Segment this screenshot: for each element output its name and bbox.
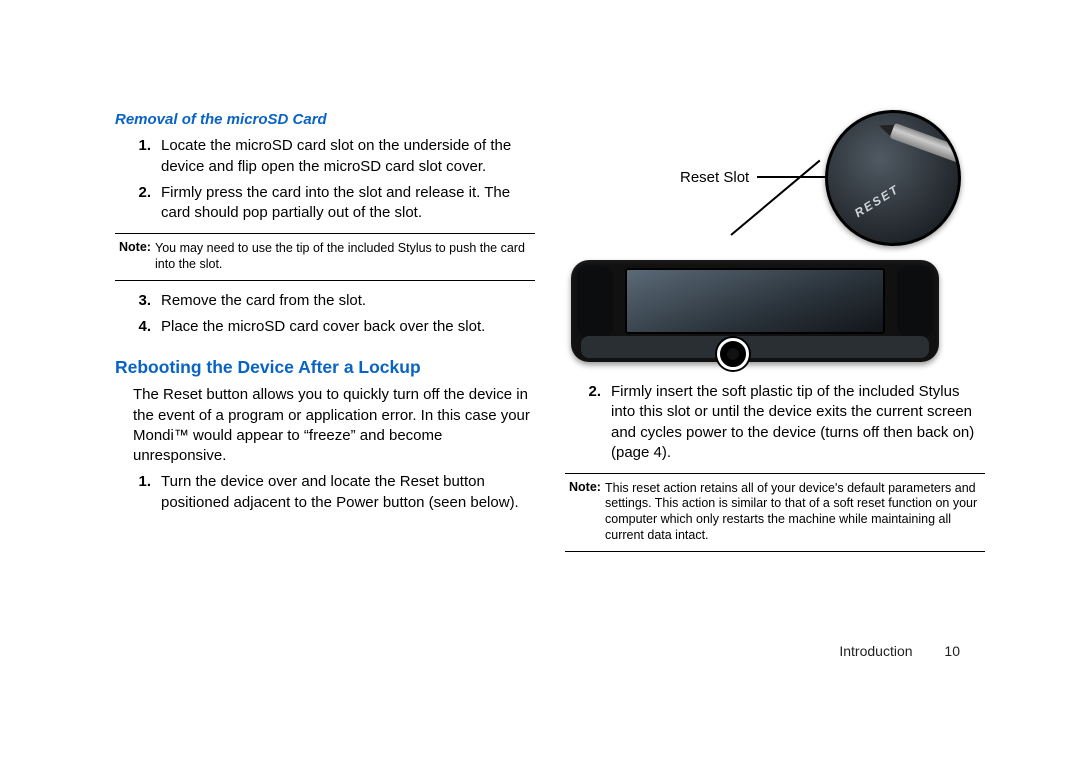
steps-rebooting-b: 2. Firmly insert the soft plastic tip of…: [565, 382, 985, 463]
step-item: 3. Remove the card from the slot.: [115, 291, 535, 311]
step-item: 2. Firmly insert the soft plastic tip of…: [565, 382, 985, 463]
stylus-icon: [889, 123, 961, 163]
note-body: This reset action retains all of your de…: [605, 481, 981, 544]
step-number: 4.: [115, 317, 161, 337]
step-text: Turn the device over and locate the Rese…: [161, 472, 535, 513]
device-grip-right: [897, 266, 933, 338]
right-column: Reset Slot RESET 2. Firmly insert the so…: [565, 110, 985, 562]
device-illustration: Reset Slot RESET: [565, 110, 965, 370]
step-item: 1. Turn the device over and locate the R…: [115, 472, 535, 513]
step-item: 4. Place the microSD card cover back ove…: [115, 317, 535, 337]
reset-engraving-text: RESET: [852, 181, 903, 221]
note-label: Note:: [569, 480, 601, 494]
steps-removal-b: 3. Remove the card from the slot. 4. Pla…: [115, 291, 535, 338]
steps-rebooting-a: 1. Turn the device over and locate the R…: [115, 472, 535, 513]
paragraph-rebooting-intro: The Reset button allows you to quickly t…: [133, 385, 535, 466]
device-grip-left: [577, 266, 613, 338]
step-number: 1.: [115, 136, 161, 177]
step-item: 1. Locate the microSD card slot on the u…: [115, 136, 535, 177]
footer-page-number: 10: [944, 643, 960, 659]
page-footer: Introduction 10: [839, 643, 960, 659]
step-number: 2.: [565, 382, 611, 463]
step-item: 2. Firmly press the card into the slot a…: [115, 183, 535, 224]
step-number: 1.: [115, 472, 161, 513]
note-label: Note:: [119, 240, 151, 254]
step-text: Place the microSD card cover back over t…: [161, 317, 535, 337]
device-screen: [625, 268, 885, 334]
step-text: Firmly press the card into the slot and …: [161, 183, 535, 224]
device-bottom-bar: [581, 336, 929, 358]
subheading-removal-microsd: Removal of the microSD Card: [115, 110, 535, 130]
footer-section: Introduction: [839, 643, 912, 659]
left-column: Removal of the microSD Card 1. Locate th…: [115, 110, 535, 523]
reset-button-marker: [717, 338, 749, 370]
note-stylus-push: Note: You may need to use the tip of the…: [115, 233, 535, 281]
step-text: Locate the microSD card slot on the unde…: [161, 136, 535, 177]
manual-page: Removal of the microSD Card 1. Locate th…: [0, 0, 1080, 771]
step-text: Firmly insert the soft plastic tip of th…: [611, 382, 985, 463]
zoom-circle-reset-slot: RESET: [825, 110, 961, 246]
step-number: 2.: [115, 183, 161, 224]
note-body: You may need to use the tip of the inclu…: [155, 241, 531, 272]
heading-rebooting: Rebooting the Device After a Lockup: [115, 356, 535, 380]
note-reset-retains: Note: This reset action retains all of y…: [565, 473, 985, 552]
step-number: 3.: [115, 291, 161, 311]
callout-reset-slot-label: Reset Slot: [680, 168, 749, 188]
device-body: [571, 260, 939, 362]
steps-removal-a: 1. Locate the microSD card slot on the u…: [115, 136, 535, 223]
step-text: Remove the card from the slot.: [161, 291, 535, 311]
